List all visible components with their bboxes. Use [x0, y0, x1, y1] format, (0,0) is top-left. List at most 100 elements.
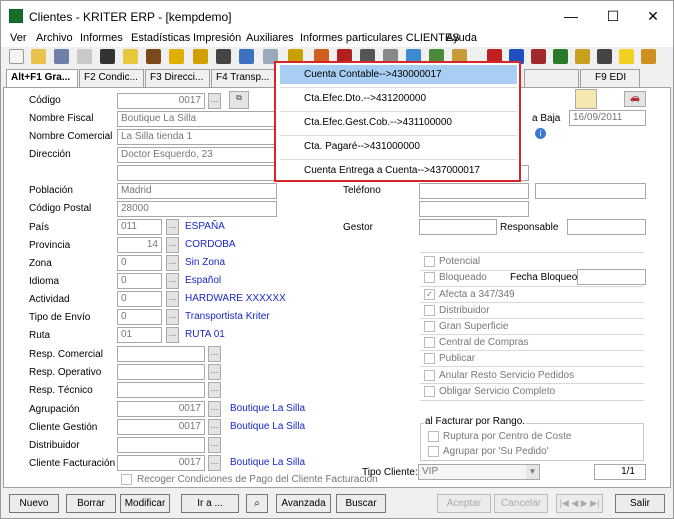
edit-icon[interactable] — [77, 49, 92, 64]
popup-item-cta-efec-gest-cob[interactable]: Cta.Efec.Gest.Cob.-->431100000 — [280, 113, 517, 132]
resp-operativo-lookup-button[interactable]: … — [208, 364, 221, 380]
save-icon[interactable] — [54, 49, 69, 64]
money-icon[interactable] — [193, 49, 208, 64]
tab-general[interactable]: Alt+F1 Gra... — [6, 69, 78, 88]
telefono2-field[interactable] — [535, 183, 646, 199]
agrupacion-lookup-button[interactable]: … — [208, 401, 221, 417]
tipo-cliente-select[interactable]: VIP — [418, 464, 540, 480]
obligar-servicio-checkbox[interactable] — [424, 386, 435, 397]
anular-resto-checkbox[interactable] — [424, 370, 435, 381]
maximize-button[interactable]: ☐ — [593, 3, 633, 29]
ruta-lookup-button[interactable]: … — [166, 327, 179, 343]
afecta-checkbox[interactable]: ✓ — [424, 289, 435, 300]
smiley-icon[interactable] — [641, 49, 656, 64]
notes-icon[interactable] — [575, 89, 597, 109]
info-icon[interactable]: i — [535, 128, 546, 139]
resp-comercial-field[interactable] — [117, 346, 205, 362]
tab-more[interactable] — [524, 69, 579, 87]
menu-ver[interactable]: Ver — [10, 32, 27, 44]
nombre-comercial-field[interactable]: La Silla tienda 1 — [117, 129, 277, 145]
chevron-down-icon[interactable]: ▼ — [526, 465, 539, 479]
clip-icon[interactable] — [575, 49, 590, 64]
nombre-fiscal-field[interactable]: Boutique La Silla — [117, 111, 277, 127]
cliente-gestion-lookup-button[interactable]: … — [208, 419, 221, 435]
menu-archivo[interactable]: Archivo — [36, 32, 73, 44]
buscar-button[interactable]: Buscar — [336, 494, 386, 513]
ruptura-checkbox[interactable] — [428, 431, 439, 442]
codigo-lookup-button[interactable]: … — [208, 93, 221, 109]
popup-item-cuenta-entrega[interactable]: Cuenta Entrega a Cuenta-->437000017 — [280, 161, 517, 180]
borrar-button[interactable]: Borrar — [66, 494, 116, 513]
resp-tecnico-field[interactable] — [117, 382, 205, 398]
minimize-button[interactable]: — — [551, 3, 591, 29]
publicar-checkbox[interactable] — [424, 353, 435, 364]
codigo-postal-field[interactable]: 28000 — [117, 201, 277, 217]
fax-field[interactable] — [419, 201, 529, 217]
zona-lookup-button[interactable]: … — [166, 255, 179, 271]
codigo-field[interactable]: 0017 — [117, 93, 205, 109]
bloqueado-checkbox[interactable] — [424, 272, 435, 283]
popup-item-cta-efec-dto[interactable]: Cta.Efec.Dto.-->431200000 — [280, 89, 517, 108]
cliente-facturacion-field[interactable]: 0017 — [117, 455, 205, 471]
salir-button[interactable]: Salir — [615, 494, 665, 513]
provincia-lookup-button[interactable]: … — [166, 237, 179, 253]
link-icon[interactable] — [239, 49, 254, 64]
tipo-envio-lookup-button[interactable]: … — [166, 309, 179, 325]
idioma-lookup-button[interactable]: … — [166, 273, 179, 289]
zona-code-field[interactable]: 0 — [117, 255, 162, 271]
cancelar-button[interactable]: Cancelar — [494, 494, 548, 513]
pais-lookup-button[interactable]: … — [166, 219, 179, 235]
distribuidor-checkbox[interactable] — [424, 305, 435, 316]
responsable-field[interactable] — [567, 219, 646, 235]
resp-tecnico-lookup-button[interactable]: … — [208, 382, 221, 398]
tag-icon[interactable] — [531, 49, 546, 64]
menu-estadisticas[interactable]: Estadísticas — [131, 32, 190, 44]
menu-informes-particulares[interactable]: Informes particulares CLIENTES — [300, 32, 460, 44]
menu-ayuda[interactable]: Ayuda — [446, 32, 477, 44]
aceptar-button[interactable]: Aceptar — [437, 494, 491, 513]
actividad-lookup-button[interactable]: … — [166, 291, 179, 307]
recoger-condiciones-checkbox[interactable] — [121, 474, 132, 485]
keyboard-icon[interactable] — [597, 49, 612, 64]
new-doc-icon[interactable] — [9, 49, 24, 64]
lightbulb-icon[interactable] — [619, 49, 634, 64]
table-icon[interactable] — [553, 49, 568, 64]
cut-icon[interactable] — [100, 49, 115, 64]
pencil-icon[interactable] — [169, 49, 184, 64]
agrupar-checkbox[interactable] — [428, 446, 439, 457]
gestor-field[interactable] — [419, 219, 497, 235]
pais-code-field[interactable]: 011 — [117, 219, 162, 235]
person-icon[interactable] — [216, 49, 231, 64]
poblacion-field[interactable]: Madrid — [117, 183, 277, 199]
fecha-baja-field[interactable]: 16/09/2011 — [569, 110, 646, 126]
gran-superficie-checkbox[interactable] — [424, 321, 435, 332]
telefono-field[interactable] — [419, 183, 529, 199]
tools-icon[interactable] — [146, 49, 161, 64]
menu-informes[interactable]: Informes — [80, 32, 123, 44]
resp-comercial-lookup-button[interactable]: … — [208, 346, 221, 362]
cliente-gestion-field[interactable]: 0017 — [117, 419, 205, 435]
tipo-envio-code-field[interactable]: 0 — [117, 309, 162, 325]
open-folder-icon[interactable] — [31, 49, 46, 64]
tab-edi[interactable]: F9 EDI — [580, 69, 640, 87]
modificar-button[interactable]: Modificar — [120, 494, 170, 513]
search-icon[interactable]: ⌕ — [246, 494, 268, 513]
tab-direcciones[interactable]: F3 Direcci... — [145, 69, 210, 87]
cliente-facturacion-lookup-button[interactable]: … — [208, 455, 221, 471]
tab-condiciones[interactable]: F2 Condic... — [79, 69, 144, 87]
close-button[interactable]: ✕ — [633, 3, 673, 29]
potencial-checkbox[interactable] — [424, 256, 435, 267]
central-compras-checkbox[interactable] — [424, 337, 435, 348]
nuevo-button[interactable]: Nuevo — [9, 494, 59, 513]
menu-auxiliares[interactable]: Auxiliares — [246, 32, 294, 44]
car-icon[interactable]: 🚗 — [624, 91, 646, 107]
agrupacion-field[interactable]: 0017 — [117, 401, 205, 417]
provincia-code-field[interactable]: 14 — [117, 237, 162, 253]
fecha-bloqueo-field[interactable] — [577, 269, 646, 285]
tab-transportes[interactable]: F4 Transp... — [211, 69, 276, 87]
distribuidor-field[interactable] — [117, 437, 205, 453]
avanzada-button[interactable]: Avanzada — [276, 494, 331, 513]
resp-operativo-field[interactable] — [117, 364, 205, 380]
menu-impresion[interactable]: Impresión — [193, 32, 241, 44]
ruta-code-field[interactable]: 01 — [117, 327, 162, 343]
